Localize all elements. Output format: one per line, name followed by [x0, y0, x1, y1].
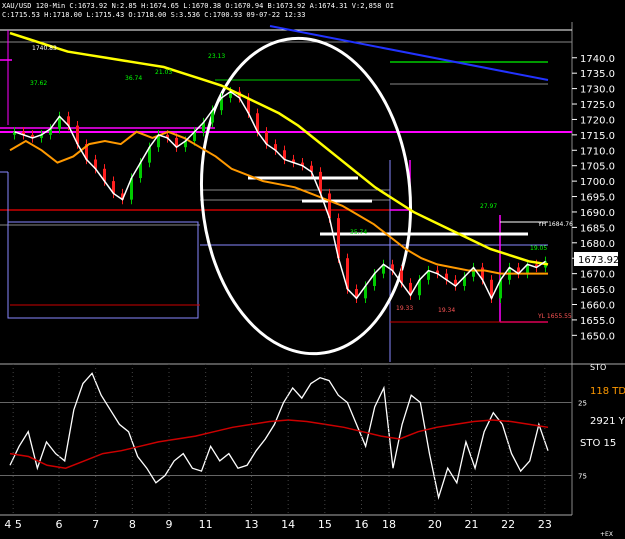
x-tick-label: 21	[465, 518, 479, 531]
chart-annotation: 19.33	[396, 305, 413, 312]
chart-annotation: 19.34	[438, 307, 455, 314]
x-tick-label: 8	[129, 518, 136, 531]
stochastic-panel: 25 75	[0, 372, 587, 500]
y-tick-label: 1740.0	[580, 54, 615, 65]
x-tick-label: 20	[428, 518, 442, 531]
y-tick-label: 1690.0	[580, 208, 615, 219]
stoch-level-label: 75	[578, 473, 587, 481]
td-label: 118 TD	[590, 386, 625, 397]
y-tick-label: 1680.0	[580, 239, 615, 250]
time-axis: 4 5 6 7 8 9 11 13 14 15 16 18 20 21 22 23	[4, 364, 552, 531]
chart-annotation: YL 1655.55	[537, 313, 572, 320]
chart-svg: XAU/USD 120-Min C:1673.92 N:2.85 H:1674.…	[0, 2, 625, 538]
y-tick-label: 1730.0	[580, 85, 615, 96]
chart-annotation: 35.74	[350, 229, 367, 236]
sto-tag: STO	[590, 363, 606, 372]
chart-annotation: 37.62	[30, 80, 47, 87]
x-tick-label: 9	[166, 518, 173, 531]
x-tick-label: 6	[56, 518, 63, 531]
x-tick-label: 22	[501, 518, 515, 531]
chart-annotation: YH 1684.76	[537, 221, 573, 228]
symbol-header: XAU/USD 120-Min C:1673.92 N:2.85 H:1674.…	[2, 2, 394, 10]
y-tick-label: 1725.0	[580, 100, 615, 111]
y-tick-label: 1655.0	[580, 316, 615, 327]
x-tick-label: 4 5	[4, 518, 22, 531]
drawing-layer	[0, 25, 572, 362]
y-tick-label: 1735.0	[580, 69, 615, 80]
y-tick-label: 1700.0	[580, 177, 615, 188]
x-tick-label: 15	[318, 518, 332, 531]
x-tick-label: 13	[245, 518, 259, 531]
price-axis: 1650.01655.01660.01665.01670.01675.01680…	[572, 54, 615, 342]
y-tick-label: 1715.0	[580, 131, 615, 142]
close-price-line	[14, 90, 546, 301]
stats-header: C:1715.53 H:1718.00 L:1715.43 O:1718.00 …	[2, 11, 305, 19]
chart-window: { "header": { "symbol_line": "XAU/USD 12…	[0, 0, 625, 539]
y-tick-label: 1705.0	[580, 162, 615, 173]
x-tick-label: 16	[355, 518, 369, 531]
chart-annotation: 36.74	[125, 75, 142, 82]
x-tick-label: 18	[382, 518, 396, 531]
last-price-label: 1673.92	[578, 255, 619, 266]
sto-value-label: STO 15	[580, 438, 616, 449]
y-tick-label: 1695.0	[580, 193, 615, 204]
y-tick-label: 1710.0	[580, 146, 615, 157]
x-tick-label: 11	[199, 518, 213, 531]
stoch-k-line	[9, 372, 549, 500]
yr-label: 2921 YR	[590, 416, 625, 427]
moving-average-line	[9, 31, 549, 266]
corner-label: +EX	[600, 531, 613, 538]
y-tick-label: 1665.0	[580, 285, 615, 296]
y-tick-label: 1670.0	[580, 270, 615, 281]
x-tick-label: 14	[281, 518, 295, 531]
y-tick-label: 1650.0	[580, 331, 615, 342]
y-tick-label: 1720.0	[580, 115, 615, 126]
x-tick-label: 7	[92, 518, 99, 531]
chart-annotation: 19.05	[530, 245, 547, 252]
chart-annotation: 21.03	[155, 69, 172, 76]
y-tick-label: 1685.0	[580, 223, 615, 234]
y-tick-label: 1660.0	[580, 300, 615, 311]
stoch-level-label: 25	[578, 400, 587, 408]
chart-annotation: 1740.83	[32, 45, 57, 52]
price-line-layer	[14, 90, 546, 301]
chart-annotation: 23.13	[208, 53, 225, 60]
x-tick-label: 23	[538, 518, 552, 531]
chart-annotation: 27.97	[480, 203, 497, 210]
